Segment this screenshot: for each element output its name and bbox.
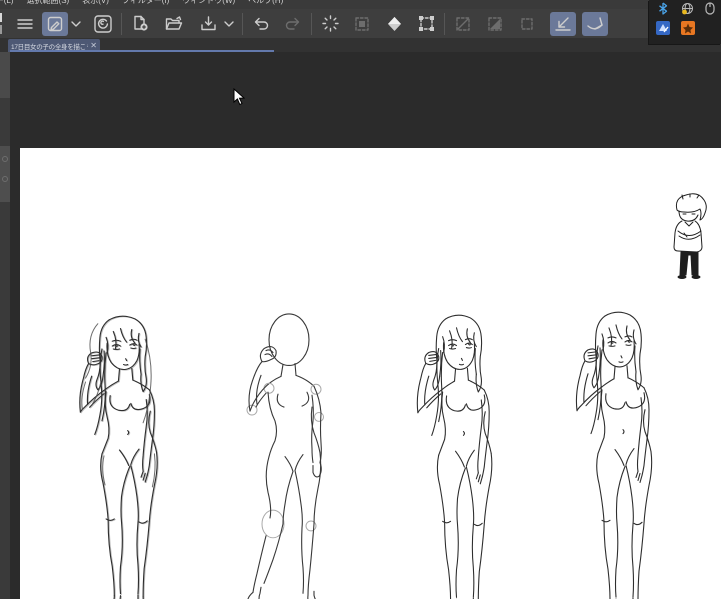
canvas-paper[interactable] [20,148,721,599]
dashed-square-triangle-icon [487,16,503,32]
network-warning-icon[interactable] [681,2,694,20]
dashed-square-diagonal-icon [455,16,471,32]
save-icon [200,16,217,32]
open-folder-icon [165,16,183,31]
menu-filter[interactable]: フィルター(I) [122,0,169,8]
toolbar-separator [311,13,312,35]
hamburger-icon [17,17,33,31]
redo-button[interactable] [280,12,306,36]
tab-close-icon[interactable]: ✕ [90,42,97,50]
dashed-square-triangle-button[interactable] [482,12,508,36]
command-toolbar [0,9,721,39]
bluetooth-icon[interactable] [657,2,669,20]
new-file-button[interactable] [127,12,153,36]
figure-rough-sketch-girl [67,314,175,599]
palette-dot-icon [2,156,8,162]
document-tab-title: 17日目女の子の全身を描こう [11,41,88,51]
transform-selection-button[interactable] [413,12,439,36]
menu-help[interactable]: ヘルプ(H) [248,0,283,8]
swirl-logo-icon [94,15,112,33]
system-tray-flyout [649,0,721,44]
palette-strip-segment [0,52,10,98]
figure-lineart-girl-final [564,310,669,599]
application-window: レイヤー(L) 選択範囲(S) 表示(V) フィルター(I) ウィンドウ(W) … [0,0,721,599]
fill-button[interactable] [381,12,407,36]
blue-app-icon[interactable] [656,21,670,40]
tool-dropdown-button[interactable] [68,12,84,36]
deselect-starburst-icon [322,15,339,32]
dashed-fill-square-icon [354,16,370,32]
figure-lineart-girl-draft [405,313,509,599]
palette-dot-icon [2,176,8,182]
snap-to-special-ruler-button[interactable] [582,12,608,36]
figure-pose-mannequin [233,310,333,599]
menu-window[interactable]: ウィンドウ(W) [182,0,235,8]
new-file-icon [132,15,149,32]
snap-to-ruler-button[interactable] [550,12,576,36]
menu-select[interactable]: 選択範囲(S) [27,0,70,8]
chevron-down-icon [71,21,81,27]
document-tab-bar: 17日目女の子の全身を描こう ✕ [0,38,721,52]
toolbar-grip[interactable] [0,13,2,22]
palette-strip-segment [0,146,10,202]
undo-button[interactable] [248,12,274,36]
collapsed-palette-strip[interactable] [0,52,10,599]
save-dropdown-button[interactable] [221,12,237,36]
menu-layer[interactable]: レイヤー(L) [0,0,14,8]
canvas-surround [10,52,721,599]
transform-frame-icon [418,15,435,32]
clear-outside-selection-button[interactable] [349,12,375,36]
dashed-square-button[interactable] [514,12,540,36]
open-file-button[interactable] [161,12,187,36]
toolbar-separator [121,13,122,35]
dashed-square-diagonal-button[interactable] [450,12,476,36]
menu-view[interactable]: 表示(V) [82,0,109,8]
undo-icon [252,16,270,31]
clip-studio-button[interactable] [90,12,116,36]
toolbar-separator [242,13,243,35]
menu-bar: レイヤー(L) 選択範囲(S) 表示(V) フィルター(I) ウィンドウ(W) … [0,0,721,9]
snap-ruler-arrow-icon [554,16,572,32]
save-file-button[interactable] [195,12,221,36]
dashed-square-icon [519,16,535,32]
chevron-down-icon [224,21,234,27]
main-menu-button[interactable] [12,12,38,36]
orange-app-icon[interactable] [681,21,695,40]
mouse-cursor [233,88,245,111]
active-tool-button[interactable] [42,12,68,36]
figure-chibi-character [670,193,710,285]
fill-diamond-icon [386,16,403,32]
mouse-device-icon[interactable] [705,2,715,20]
pen-tool-icon [47,16,63,32]
toolbar-grip-2 [0,25,2,34]
snap-curve-icon [586,16,604,32]
toolbar-separator [444,13,445,35]
redo-icon [284,16,302,31]
deselect-button[interactable] [317,12,343,36]
